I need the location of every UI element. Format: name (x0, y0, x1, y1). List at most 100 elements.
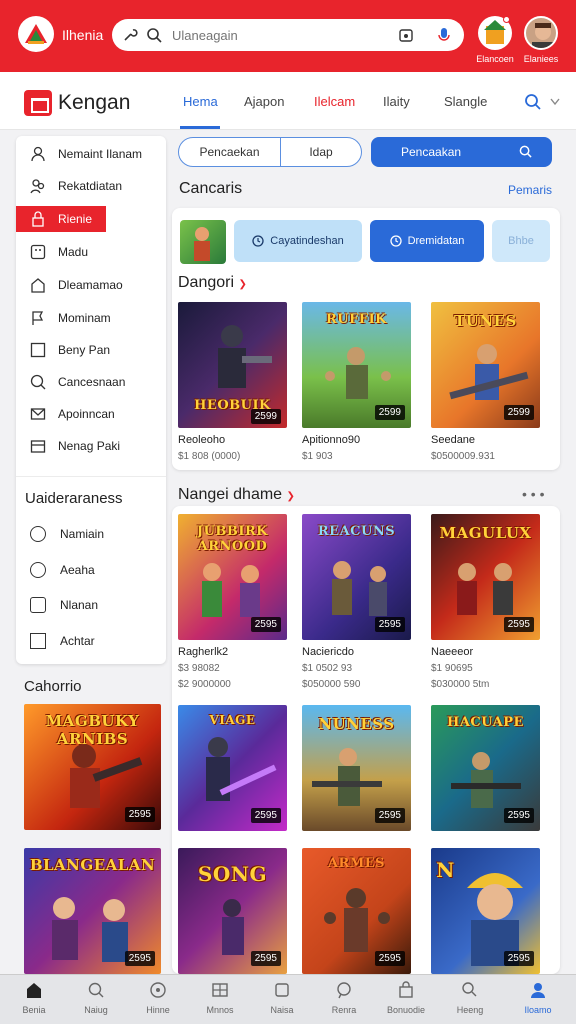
section-title: Cancaris (179, 180, 243, 197)
segment-right[interactable]: Idap (281, 138, 361, 166)
nav-item-8[interactable]: Heeng (440, 981, 500, 1015)
nav-item-1[interactable]: Benia (4, 981, 64, 1015)
sidebar-item-6[interactable]: Mominam (16, 305, 166, 331)
tag-icon (30, 597, 46, 613)
user-avatar-2[interactable]: Elaniees (522, 16, 560, 64)
brand-icon (24, 90, 52, 116)
nav-item-3[interactable]: Hinne (128, 981, 188, 1015)
nav-item-5[interactable]: Naisa (252, 981, 312, 1015)
clock-icon (389, 235, 402, 247)
game-tile[interactable]: ARMES 2595 (302, 848, 411, 974)
search-circle-icon (30, 374, 46, 390)
square-icon (30, 342, 46, 358)
mail-icon (30, 406, 46, 422)
mountain-logo-icon (25, 24, 47, 44)
search-icon[interactable] (524, 93, 542, 111)
top-bar: Ilhenia Elancoen Elaniees (0, 0, 576, 72)
sidebar-item-7[interactable]: Beny Pan (16, 337, 166, 363)
search-button[interactable]: Pencaakan (371, 137, 552, 167)
search-input[interactable] (172, 25, 392, 45)
nav-item-6[interactable]: Renra (314, 981, 374, 1015)
nav-item-7[interactable]: Bonuodie (376, 981, 436, 1015)
search-icon (462, 982, 477, 997)
search-icon (88, 982, 104, 998)
game-tile[interactable]: HACUAPE 2595 (431, 705, 540, 831)
wrench-icon[interactable] (122, 27, 138, 43)
game-tile[interactable]: MAGULUX 2595 (431, 514, 540, 640)
category-chip-1[interactable]: Cayatindeshan (234, 220, 362, 262)
search-icon[interactable] (146, 27, 162, 43)
sidebar-item-4[interactable]: Madu (16, 239, 166, 265)
chat-icon (337, 982, 351, 999)
segment-left[interactable]: Pencaekan (179, 138, 281, 166)
user-avatar-1[interactable]: Elancoen (476, 16, 514, 64)
game-tile[interactable]: NUNESS 2595 (302, 705, 411, 831)
sidebar-heading: Uaideraraness (25, 490, 123, 507)
sidebar-item-10[interactable]: Nenag Paki (16, 433, 166, 459)
game-tile[interactable]: N 2595 (431, 848, 540, 974)
game-tile[interactable]: TUNES 2599 (431, 302, 540, 428)
notification-badge (503, 16, 510, 23)
microphone-icon[interactable] (436, 27, 452, 43)
gamepad-icon (150, 982, 166, 998)
category-chip-3[interactable]: Bhbe (492, 220, 550, 262)
tab-slangle[interactable]: Slangle (444, 94, 487, 109)
category-chip-2[interactable]: Dremidatan (370, 220, 484, 262)
category-thumbnail[interactable] (180, 220, 226, 264)
nav-item-9[interactable]: Iloamo (508, 981, 568, 1015)
divider (16, 476, 166, 477)
tab-ilelcam[interactable]: Ilelcam (314, 94, 355, 109)
tab-ajapon[interactable]: Ajapon (244, 94, 284, 109)
game-tile[interactable]: SONG 2595 (178, 848, 287, 974)
app-logo[interactable] (18, 16, 54, 52)
fire-icon: ❯ (286, 491, 295, 502)
category-card: Cayatindeshan Dremidatan Bhbe Dangori ❯ … (172, 208, 560, 470)
game-tile[interactable]: BLANGEALAN 2595 (24, 848, 161, 974)
sidebar-item-2[interactable]: Rekatdiatan (16, 173, 166, 199)
section-title: Dangori ❯ (178, 274, 247, 291)
profile-icon (531, 983, 545, 998)
game-tile[interactable]: HEOBUIK 2599 (178, 302, 287, 428)
game-tile[interactable]: JUBBIRK ARNOOD 2595 (178, 514, 287, 640)
smile-icon (30, 526, 46, 542)
home-icon (27, 983, 41, 998)
segmented-control[interactable]: Pencaekan Idap (178, 137, 362, 167)
user-icon (30, 146, 46, 162)
game-tile[interactable]: MAGBUKY ARNIBS 2595 (24, 704, 161, 830)
checkbox-icon (30, 633, 46, 649)
store-icon (399, 981, 413, 998)
sidebar-item-8[interactable]: Cancesnaan (16, 369, 166, 395)
more-options-icon[interactable]: • • • (522, 486, 544, 502)
calendar-icon (30, 438, 46, 454)
flag-icon (30, 310, 46, 326)
active-tab-indicator (180, 126, 220, 129)
games-card: JUBBIRK ARNOOD 2595 REACUNS 2595 MAGULUX… (172, 506, 560, 974)
sidebar-item-5[interactable]: Dleamamao (16, 272, 166, 298)
sidebar-item-3[interactable]: Rienie (16, 206, 106, 232)
tab-hema[interactable]: Hema (183, 94, 218, 109)
nav-item-4[interactable]: Mnnos (190, 981, 250, 1015)
avatar (524, 16, 558, 50)
see-all-link[interactable]: Pemaris (508, 183, 552, 197)
fire-icon: ❯ (238, 279, 247, 290)
nav-item-2[interactable]: Naiug (66, 981, 126, 1015)
chevron-down-icon[interactable] (550, 98, 560, 106)
search-bar[interactable] (112, 19, 464, 51)
sidebar-sub-item-1[interactable]: Namiain (16, 521, 166, 547)
sidebar-item-1[interactable]: Nemaint Ilanam (16, 141, 166, 167)
bottom-navigation: Benia Naiug Hinne Mnnos Naisa Renra Bonu… (0, 974, 576, 1024)
brand[interactable]: Kengan (24, 90, 130, 116)
sidebar-sub-item-3[interactable]: Nlanan (16, 592, 166, 618)
game-tile[interactable]: REACUNS 2595 (302, 514, 411, 640)
sidebar-item-9[interactable]: Apoinncan (16, 401, 166, 427)
game-tile[interactable]: RUFFIK 2599 (302, 302, 411, 428)
sidebar-sub-item-2[interactable]: Aeaha (16, 557, 166, 583)
tab-ilaity[interactable]: Ilaity (383, 94, 410, 109)
game-tile[interactable]: VIAGE 2595 (178, 705, 287, 831)
circle-icon (30, 562, 46, 578)
camera-icon[interactable] (398, 27, 414, 43)
face-icon (30, 244, 46, 260)
clock-icon (252, 235, 264, 247)
secondary-header: Kengan Hema Ajapon Ilelcam Ilaity Slangl… (0, 72, 576, 130)
sidebar-sub-item-4[interactable]: Achtar (16, 628, 166, 654)
